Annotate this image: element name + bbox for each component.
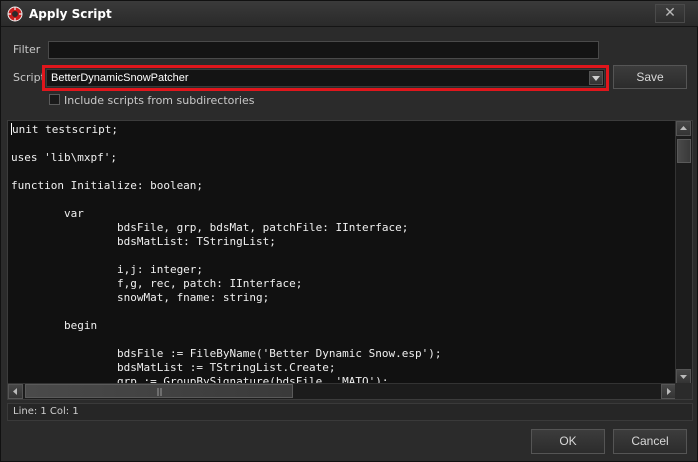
scroll-right-button[interactable] <box>661 384 676 399</box>
chevron-right-icon <box>667 388 671 395</box>
cursor-position: Line: 1 Col: 1 <box>13 406 79 417</box>
apply-script-dialog: Apply Script ✕ Filter Script BetterDynam… <box>0 0 698 462</box>
include-subdirectories-label[interactable]: Include scripts from subdirectories <box>64 94 254 107</box>
code-line: var <box>11 207 84 220</box>
code-line: uses 'lib\mxpf'; <box>11 151 117 164</box>
code-line: bdsMatList: TStringList; <box>11 235 276 248</box>
window-title: Apply Script <box>29 7 112 21</box>
code-line: grp := GroupBySignature(bdsFile, 'MATO')… <box>11 375 389 383</box>
script-label: Script <box>13 71 45 84</box>
title-bar[interactable]: Apply Script ✕ <box>1 1 698 27</box>
code-line: bdsFile := FileByName('Better Dynamic Sn… <box>11 347 442 360</box>
cancel-button[interactable]: Cancel <box>613 429 687 454</box>
filter-input[interactable] <box>48 41 599 59</box>
status-bar: Line: 1 Col: 1 <box>7 403 693 421</box>
scroll-left-button[interactable] <box>8 384 23 399</box>
filter-label: Filter <box>13 43 41 56</box>
include-subdirectories-checkbox[interactable] <box>49 94 60 105</box>
vertical-scrollbar[interactable] <box>675 121 692 384</box>
code-editor[interactable]: unit testscript; uses 'lib\mxpf'; functi… <box>7 120 693 400</box>
chevron-down-icon <box>680 375 687 379</box>
code-line: i,j: integer; <box>11 263 204 276</box>
grip-icon <box>157 388 162 396</box>
horizontal-scroll-thumb[interactable] <box>25 384 293 398</box>
code-line: snowMat, fname: string; <box>11 291 270 304</box>
close-icon: ✕ <box>664 5 676 21</box>
script-selected-value: BetterDynamicSnowPatcher <box>51 72 189 84</box>
chevron-up-icon <box>680 126 687 130</box>
chevron-left-icon <box>13 388 17 395</box>
script-dropdown-button[interactable] <box>589 71 603 85</box>
code-line: begin <box>11 319 98 332</box>
code-line: bdsFile, grp, bdsMat, patchFile: IInterf… <box>11 221 409 234</box>
horizontal-scrollbar[interactable] <box>8 383 676 399</box>
vertical-scroll-thumb[interactable] <box>677 139 691 163</box>
code-line: function Initialize: boolean; <box>11 179 204 192</box>
code-line: unit testscript; <box>11 123 118 136</box>
scroll-up-button[interactable] <box>676 121 691 136</box>
code-line: f,g, rec, patch: IInterface; <box>11 277 303 290</box>
text-caret <box>11 123 12 135</box>
code-text-area[interactable]: unit testscript; uses 'lib\mxpf'; functi… <box>11 123 673 383</box>
save-button[interactable]: Save <box>613 65 687 89</box>
ok-button[interactable]: OK <box>531 429 605 454</box>
script-select[interactable]: BetterDynamicSnowPatcher <box>46 69 605 87</box>
close-button[interactable]: ✕ <box>655 4 685 23</box>
code-line: bdsMatList := TStringList.Create; <box>11 361 336 374</box>
xedit-logo-icon <box>7 6 23 22</box>
scroll-down-button[interactable] <box>676 369 691 384</box>
scrollbar-corner <box>675 383 692 399</box>
chevron-down-icon <box>592 76 600 81</box>
